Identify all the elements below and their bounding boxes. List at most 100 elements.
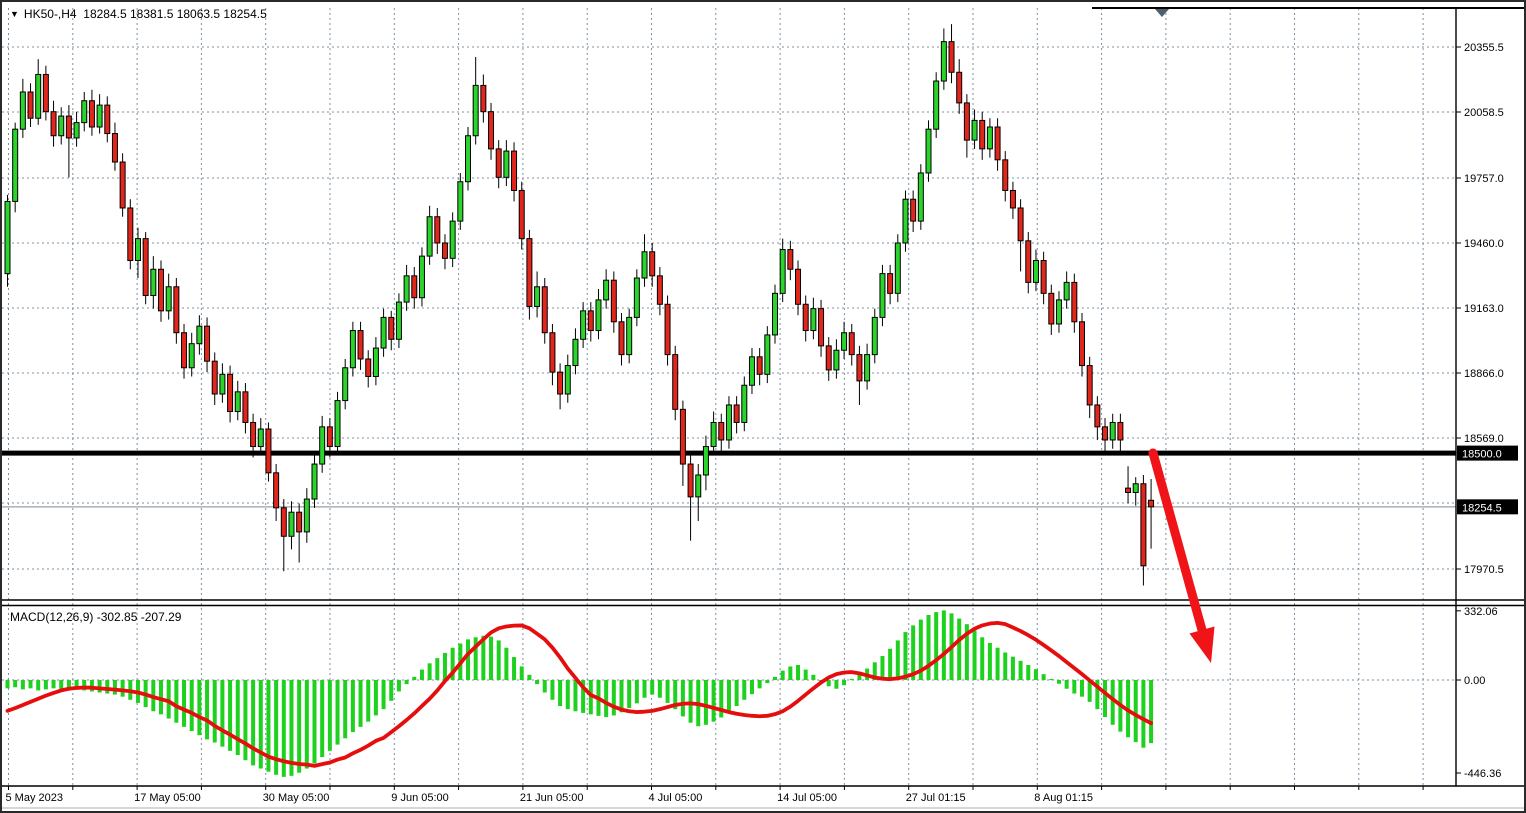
histogram-bar xyxy=(1103,680,1107,717)
histogram-bar xyxy=(666,680,670,703)
macd-pane xyxy=(6,610,1154,776)
candle xyxy=(941,42,946,81)
candle xyxy=(1018,208,1023,241)
histogram-bar xyxy=(973,630,977,680)
candle xyxy=(105,105,110,133)
candle xyxy=(66,116,71,138)
candle xyxy=(888,274,893,294)
candle xyxy=(1026,241,1031,283)
histogram-bar xyxy=(1072,680,1076,694)
histogram-bar xyxy=(834,680,838,689)
candle xyxy=(987,127,992,149)
candle xyxy=(205,326,210,361)
candle xyxy=(512,151,517,190)
candle xyxy=(857,355,862,381)
candle xyxy=(634,278,639,317)
candle xyxy=(135,239,140,261)
candle xyxy=(373,348,378,376)
histogram-bar xyxy=(236,680,240,755)
candle xyxy=(773,293,778,335)
trend-arrow-shaft[interactable] xyxy=(1153,453,1202,630)
candle xyxy=(719,422,724,440)
candle xyxy=(1110,422,1115,440)
current-price-badge-label: 18254.5 xyxy=(1462,502,1502,514)
histogram-bar xyxy=(420,670,424,680)
histogram-bar xyxy=(1149,680,1153,743)
histogram-bar xyxy=(543,680,547,693)
candle xyxy=(89,101,94,127)
price-tick-label: 17970.5 xyxy=(1464,564,1504,576)
histogram-bar xyxy=(1034,669,1038,680)
price-tick-label: 20058.5 xyxy=(1464,107,1504,119)
histogram-bar xyxy=(896,640,900,680)
histogram-bar xyxy=(435,658,439,680)
histogram-bar xyxy=(428,663,432,680)
histogram-bar xyxy=(305,680,309,769)
histogram-bar xyxy=(927,615,931,680)
candle xyxy=(780,250,785,294)
candle xyxy=(834,350,839,370)
candle xyxy=(604,280,609,300)
candle xyxy=(934,81,939,129)
histogram-bar xyxy=(796,665,800,680)
histogram-bar xyxy=(750,680,754,694)
histogram-bar xyxy=(243,680,247,760)
time-tick-label: 4 Jul 05:00 xyxy=(649,792,703,804)
candle xyxy=(573,339,578,365)
histogram-bar xyxy=(527,675,531,680)
candle xyxy=(335,401,340,447)
histogram-bar xyxy=(689,680,693,723)
histogram-bar xyxy=(397,680,401,691)
candle xyxy=(788,250,793,270)
histogram-bar xyxy=(934,612,938,680)
candle xyxy=(895,243,900,293)
candle xyxy=(550,333,555,372)
candle xyxy=(964,103,969,140)
histogram-bar xyxy=(174,680,178,723)
axes: 20355.520058.519757.019460.019163.018866… xyxy=(6,42,1519,804)
candle xyxy=(20,92,25,129)
histogram-bar xyxy=(182,680,186,727)
candle xyxy=(258,429,263,447)
candle xyxy=(819,309,824,346)
current-bar-marker xyxy=(1155,9,1169,17)
candle xyxy=(880,274,885,318)
candle xyxy=(734,405,739,423)
indicator-label: MACD(12,26,9) -302.85 -207.29 xyxy=(10,610,181,624)
histogram-bar xyxy=(811,675,815,680)
trend-arrow-head[interactable] xyxy=(1189,627,1214,663)
histogram-bar xyxy=(980,637,984,680)
histogram-bar xyxy=(658,680,662,698)
histogram-bar xyxy=(105,680,109,694)
ohlc-readout: 18284.5 18381.5 18063.5 18254.5 xyxy=(83,7,267,21)
symbol-header[interactable]: ▼HK50-,H4 18284.5 18381.5 18063.5 18254.… xyxy=(10,7,267,21)
candle xyxy=(558,372,563,394)
candle xyxy=(911,199,916,221)
candle xyxy=(36,74,41,118)
chart-canvas[interactable]: 20355.520058.519757.019460.019163.018866… xyxy=(2,2,1524,811)
chevron-down-icon[interactable]: ▼ xyxy=(10,9,19,19)
candle xyxy=(535,287,540,307)
histogram-bar xyxy=(121,680,125,697)
time-tick-label: 14 Jul 05:00 xyxy=(777,792,837,804)
candle xyxy=(542,287,547,333)
histogram-bar xyxy=(13,680,17,687)
candle xyxy=(1064,282,1069,300)
candle xyxy=(251,422,256,446)
support-price-badge-label: 18500.0 xyxy=(1462,449,1502,461)
histogram-bar xyxy=(827,680,831,686)
candle xyxy=(197,326,202,344)
histogram-bar xyxy=(1011,657,1015,680)
candle xyxy=(1149,500,1154,507)
histogram-bar xyxy=(6,680,10,688)
candle xyxy=(1126,488,1131,492)
histogram-bar xyxy=(681,680,685,716)
candle xyxy=(1087,366,1092,405)
histogram-bar xyxy=(36,680,40,690)
histogram-bar xyxy=(343,680,347,738)
candle xyxy=(289,512,294,536)
histogram-bar xyxy=(90,680,94,691)
histogram-bar xyxy=(635,680,639,703)
histogram-bar xyxy=(850,679,854,680)
candle xyxy=(412,276,417,298)
